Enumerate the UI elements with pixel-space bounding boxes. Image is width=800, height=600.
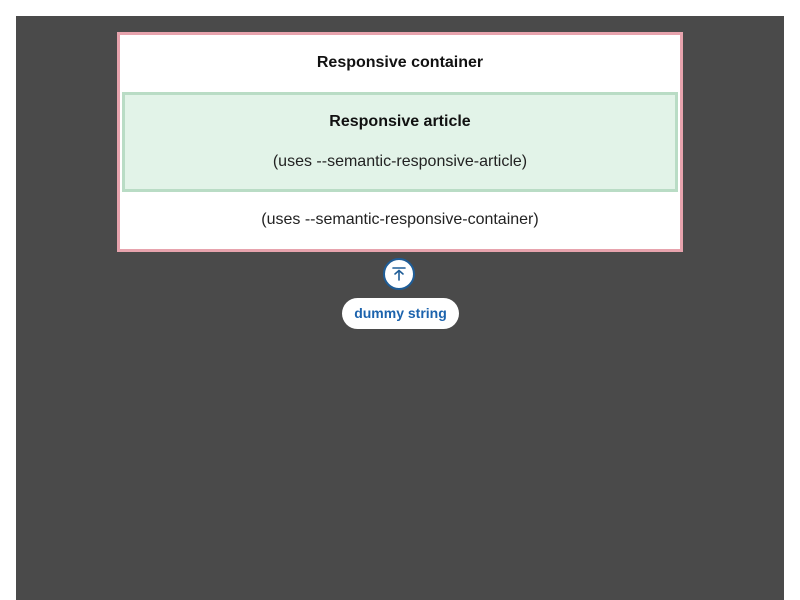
article-title: Responsive article <box>329 113 471 130</box>
responsive-container: Responsive container Responsive article … <box>117 32 683 252</box>
article-note: (uses --semantic-responsive-article) <box>272 153 528 170</box>
dummy-string-button[interactable]: dummy string <box>342 298 459 329</box>
container-note: (uses --semantic-responsive-container) <box>261 211 539 228</box>
container-title: Responsive container <box>316 54 484 71</box>
responsive-article: Responsive article (uses --semantic-resp… <box>122 92 678 192</box>
back-to-top-button[interactable] <box>383 258 415 290</box>
viewport: Responsive container Responsive article … <box>16 16 784 600</box>
arrow-up-to-line-icon <box>392 267 406 281</box>
